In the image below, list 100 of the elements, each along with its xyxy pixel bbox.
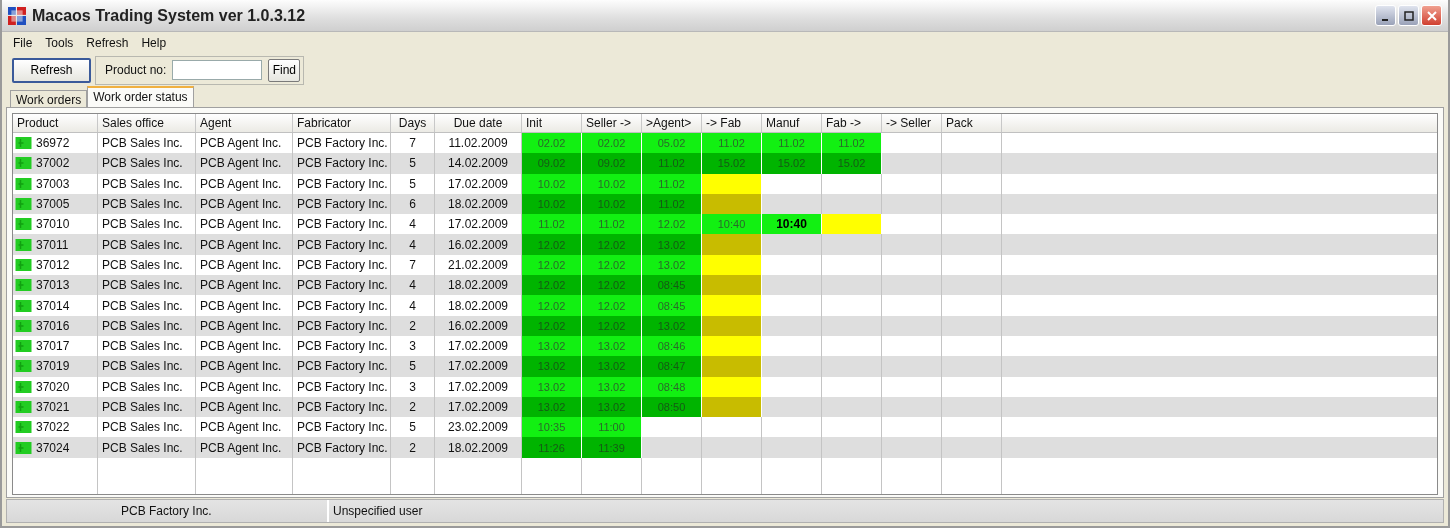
done-date-cell: 10:40 xyxy=(702,214,762,235)
table-cell: 4 xyxy=(409,217,416,232)
column-header[interactable]: -> Seller xyxy=(882,114,942,132)
close-button[interactable] xyxy=(1421,5,1442,26)
table-cell: PCB Sales Inc. xyxy=(102,298,183,313)
refresh-button[interactable]: Refresh xyxy=(12,57,91,83)
table-cell: 2 xyxy=(409,400,416,414)
column-header[interactable]: Init xyxy=(522,114,582,132)
table-cell: 36972 xyxy=(36,136,70,151)
table-cell: 37020 xyxy=(36,379,70,394)
current-stage-cell: 10:40 xyxy=(762,214,822,235)
table-cell: PCB Agent Inc. xyxy=(200,359,282,374)
table-cell: 14.02.2009 xyxy=(447,156,509,171)
table-cell: PCB Factory Inc. xyxy=(297,136,388,151)
table-cell: 3 xyxy=(409,379,416,394)
table-cell: 37021 xyxy=(36,400,70,414)
product-status-icon xyxy=(15,198,32,211)
table-cell: PCB Agent Inc. xyxy=(200,318,282,333)
window-title: Macaos Trading System ver 1.0.3.12 xyxy=(32,6,307,25)
table-cell: 21.02.2009 xyxy=(447,257,509,272)
table-cell: 7 xyxy=(409,136,416,151)
table-cell: PCB Sales Inc. xyxy=(102,176,183,191)
column-header[interactable]: Agent xyxy=(196,114,293,132)
column-header[interactable]: Manuf xyxy=(762,114,822,132)
done-date-cell: 13.02 xyxy=(582,335,642,357)
product-status-icon xyxy=(15,299,32,312)
find-button[interactable]: Find xyxy=(268,58,301,82)
minimize-button[interactable] xyxy=(1375,5,1396,26)
maximize-button[interactable] xyxy=(1398,5,1419,26)
menu-item[interactable]: Refresh xyxy=(86,36,129,50)
done-date-cell: 12.02 xyxy=(522,275,582,296)
menu-item[interactable]: File xyxy=(13,36,33,50)
column-header[interactable]: Seller -> xyxy=(582,114,642,132)
tab[interactable]: Work order status xyxy=(87,86,194,107)
product-status-icon xyxy=(15,380,32,393)
table-cell: 18.02.2009 xyxy=(447,278,509,293)
column-header[interactable]: >Agent> xyxy=(642,114,702,132)
table-cell: PCB Agent Inc. xyxy=(200,379,282,394)
column-header[interactable]: -> Fab xyxy=(702,114,762,132)
table-cell: PCB Agent Inc. xyxy=(200,237,282,252)
table-cell: 37010 xyxy=(36,217,70,232)
column-header[interactable]: Pack xyxy=(942,114,1002,132)
close-icon xyxy=(1426,10,1437,21)
table-cell: PCB Sales Inc. xyxy=(102,136,183,151)
done-date-cell: 02.02 xyxy=(582,133,642,154)
table-cell: 17.02.2009 xyxy=(447,339,509,354)
column-header[interactable]: Fabricator xyxy=(293,114,391,132)
table-cell: 11.02.2009 xyxy=(448,136,508,151)
table-cell: PCB Sales Inc. xyxy=(102,400,183,414)
column-header[interactable]: Due date xyxy=(435,114,522,132)
table-cell: PCB Agent Inc. xyxy=(200,400,282,414)
menu-item[interactable]: Tools xyxy=(45,36,74,50)
done-date-cell: 13.02 xyxy=(642,234,702,255)
table-cell: PCB Factory Inc. xyxy=(297,400,388,414)
table-cell: PCB Sales Inc. xyxy=(102,257,183,272)
product-number-field[interactable] xyxy=(172,60,263,80)
product-status-icon xyxy=(15,157,32,170)
column-header[interactable]: Fab -> xyxy=(822,114,882,132)
done-date-cell: 10:35 xyxy=(522,417,582,438)
table-cell: 18.02.2009 xyxy=(447,440,509,455)
column-header[interactable]: Days xyxy=(391,114,435,132)
table-cell: PCB Agent Inc. xyxy=(200,156,282,171)
done-date-cell: 11.02 xyxy=(642,153,702,174)
table-cell: 18.02.2009 xyxy=(447,197,509,212)
table-cell: 17.02.2009 xyxy=(447,359,509,374)
done-date-cell: 08:46 xyxy=(642,335,702,357)
table-cell: 37014 xyxy=(36,298,70,313)
done-date-cell: 13.02 xyxy=(642,254,702,276)
done-date-cell: 12.02 xyxy=(582,315,642,336)
table-cell: 37012 xyxy=(36,257,70,272)
done-date-cell: 11.02 xyxy=(702,133,762,154)
table-cell: 16.02.2009 xyxy=(447,237,509,252)
product-status-icon xyxy=(15,258,32,271)
table-cell: PCB Agent Inc. xyxy=(200,339,282,354)
table-cell: 37024 xyxy=(36,440,70,455)
done-date-cell: 10.02 xyxy=(582,193,642,215)
done-date-cell: 09.02 xyxy=(522,153,582,174)
done-date-cell: 12.02 xyxy=(522,295,582,316)
done-date-cell: 12.02 xyxy=(582,275,642,296)
table-cell: 2 xyxy=(409,318,416,333)
table-cell: 37022 xyxy=(36,420,70,435)
table-cell: PCB Factory Inc. xyxy=(297,298,388,313)
minimize-icon xyxy=(1381,18,1388,21)
done-date-cell: 08:45 xyxy=(642,275,702,296)
table-cell: PCB Factory Inc. xyxy=(297,379,388,394)
menu-item[interactable]: Help xyxy=(141,36,167,50)
table-cell: 37019 xyxy=(36,359,70,374)
product-status-icon xyxy=(15,137,32,150)
column-header[interactable]: Product xyxy=(13,114,98,132)
table-cell: PCB Agent Inc. xyxy=(200,197,282,212)
table-cell: 37013 xyxy=(36,278,70,293)
table-cell: 37002 xyxy=(36,156,70,171)
table-cell: 17.02.2009 xyxy=(447,379,509,394)
done-date-cell: 13.02 xyxy=(522,396,582,418)
done-date-cell: 05.02 xyxy=(642,133,702,154)
column-header[interactable]: Sales office xyxy=(98,114,196,132)
done-date-cell: 12.02 xyxy=(582,254,642,276)
tab[interactable]: Work orders xyxy=(10,90,88,107)
done-date-cell: 13.02 xyxy=(522,335,582,357)
done-date-cell: 13.02 xyxy=(582,356,642,377)
